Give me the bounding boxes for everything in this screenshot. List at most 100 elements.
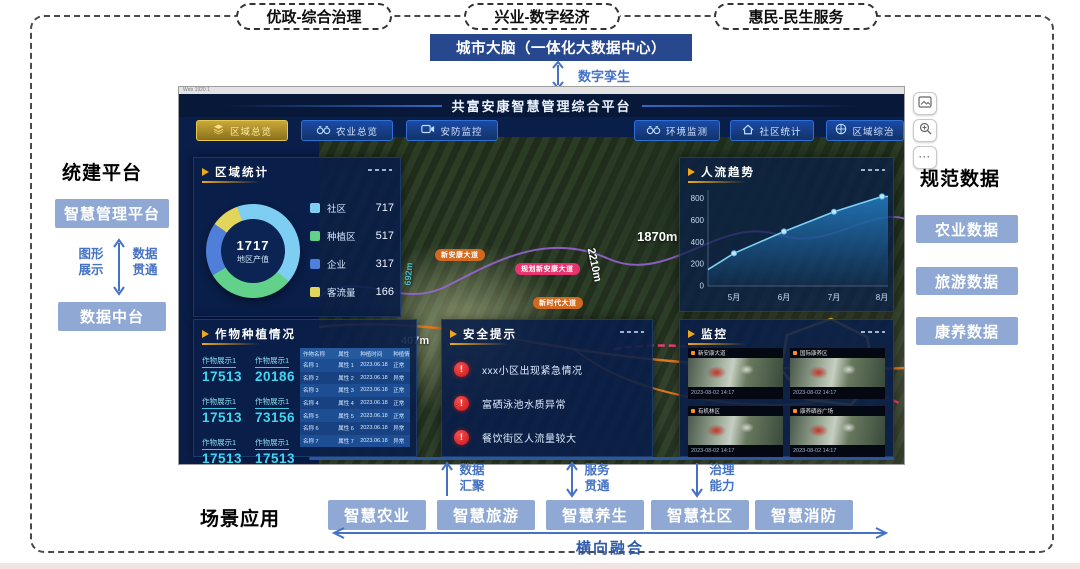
camera-rec-icon xyxy=(691,351,695,355)
table-row: 名称 7 属性 7 2023.06.18 异常 xyxy=(300,435,410,448)
image-tool-button[interactable] xyxy=(913,92,937,115)
camera-title-bar: 有机林区 xyxy=(688,406,783,416)
wellness-data-box: 康养数据 xyxy=(916,317,1018,345)
pill-livelihood: 惠民-民生服务 xyxy=(714,3,878,30)
horizontal-scrollbar[interactable] xyxy=(309,457,894,460)
camera-rec-icon xyxy=(793,351,797,355)
app-community-box: 智慧社区 xyxy=(651,500,749,530)
cell-name: 名称 3 xyxy=(300,386,335,394)
ellipsis-icon: ··· xyxy=(919,153,931,162)
camera-tile[interactable]: 国际康养区 2023-08-02 14:17 xyxy=(790,348,885,399)
agri-data-label: 农业数据 xyxy=(935,219,999,240)
legend-row: 种植区 517 xyxy=(310,222,394,250)
crop-stat-label: 作物展示1 xyxy=(255,396,289,409)
crop-stat-value: 20186 xyxy=(255,369,298,384)
tourism-data-label: 旅游数据 xyxy=(935,271,999,292)
alert-item[interactable]: ! 餐饮街区人流量较大 xyxy=(454,420,644,454)
nav-region-governance[interactable]: 区域综治 xyxy=(826,120,904,141)
cell-attr: 属性 6 xyxy=(335,424,357,432)
camera-image xyxy=(790,358,885,387)
crop-stat-value: 73156 xyxy=(255,410,298,425)
table-row: 名称 5 属性 5 2023.06.18 正常 xyxy=(300,409,410,422)
nav-community-stats[interactable]: 社区统计 xyxy=(730,120,814,141)
camera-tile[interactable]: 新安康大道 2023-08-02 14:17 xyxy=(688,348,783,399)
right-column-title: 规范数据 xyxy=(920,164,1000,191)
camera-name: 康养硒谷广场 xyxy=(800,407,833,415)
panel-flow-trend-title: 人流趋势 xyxy=(701,164,755,180)
alert-icon: ! xyxy=(454,362,469,377)
nav-agri-overview-label: 农业总览 xyxy=(336,124,378,138)
cell-status: 异常 xyxy=(390,374,410,382)
flow-trend-chart: 02004006008005月6月7月8月 xyxy=(682,182,894,312)
alert-list: ! xxx小区出现紧急情况 ! 富硒泳池水质异常 ! 餐饮街区人流量较大 xyxy=(454,352,644,454)
cell-status: 正常 xyxy=(390,386,410,394)
cell-date: 2023.06.18 xyxy=(357,400,390,406)
governance-label: 治理能力 xyxy=(707,462,737,495)
panel-alerts-title: 安全提示 xyxy=(463,326,517,342)
cell-name: 名称 6 xyxy=(300,424,335,432)
app-tourism-box: 智慧旅游 xyxy=(437,500,535,530)
camera-title-bar: 国际康养区 xyxy=(790,348,885,358)
crop-stat-label: 作物展示1 xyxy=(202,396,236,409)
binoculars-icon xyxy=(316,124,331,138)
cell-name: 名称 4 xyxy=(300,399,335,407)
nav-security-monitor-label: 安防监控 xyxy=(440,124,482,138)
nav-region-overview[interactable]: 区域总览 xyxy=(196,120,288,141)
cell-attr: 属性 2 xyxy=(335,374,357,382)
panel-crops-title: 作物种植情况 xyxy=(215,326,296,342)
crop-stat-value: 17513 xyxy=(202,410,245,425)
pill-livelihood-label: 惠民-民生服务 xyxy=(749,6,844,27)
cell-name: 名称 2 xyxy=(300,374,335,382)
nav-security-monitor[interactable]: 安防监控 xyxy=(406,120,498,141)
donut-total-value: 1717 xyxy=(237,238,270,253)
zoom-tool-button[interactable] xyxy=(913,119,937,142)
data-middle-platform-label: 数据中台 xyxy=(80,306,144,327)
camera-rec-icon xyxy=(691,409,695,413)
camera-image xyxy=(688,416,783,445)
camera-grid: 新安康大道 2023-08-02 14:17 国际康养区 2023-08-02 … xyxy=(688,348,885,457)
page-bottom-strip xyxy=(0,563,1080,569)
region-donut-chart: 1717 地区产值 xyxy=(206,204,300,298)
legend-name: 企业 xyxy=(327,257,369,271)
camera-rec-icon xyxy=(793,409,797,413)
svg-text:5月: 5月 xyxy=(728,293,740,302)
legend-swatch xyxy=(310,231,320,241)
legend-row: 社区 717 xyxy=(310,194,394,222)
legend-row: 客流量 166 xyxy=(310,278,394,306)
header-line-right xyxy=(642,105,859,107)
cell-name: 名称 1 xyxy=(300,361,335,369)
data-gather-arrow-icon xyxy=(440,461,454,498)
app-agriculture-label: 智慧农业 xyxy=(344,504,410,526)
camera-tile[interactable]: 康养硒谷广场 2023-08-02 14:17 xyxy=(790,406,885,457)
col-attr: 属性 xyxy=(335,350,357,358)
table-row: 名称 1 属性 1 2023.06.18 正常 xyxy=(300,359,410,372)
app-agriculture-box: 智慧农业 xyxy=(328,500,426,530)
elevation-label-1870: 1870m xyxy=(637,229,677,244)
nav-agri-overview[interactable]: 农业总览 xyxy=(301,120,393,141)
alert-item[interactable]: ! xxx小区出现紧急情况 xyxy=(454,352,644,386)
binoculars-icon xyxy=(646,124,661,138)
layers-icon xyxy=(212,123,225,138)
app-wellness-box: 智慧养生 xyxy=(546,500,644,530)
data-through-label: 数据贯通 xyxy=(130,246,160,279)
pill-economy: 兴业-数字经济 xyxy=(464,3,620,30)
panel-region-stats-title: 区域统计 xyxy=(215,164,269,180)
svg-text:0: 0 xyxy=(700,282,705,291)
nav-env-monitor[interactable]: 环境监测 xyxy=(634,120,720,141)
camera-tile[interactable]: 有机林区 2023-08-02 14:17 xyxy=(688,406,783,457)
crop-stat: 作物展示1 17513 xyxy=(202,350,245,384)
panel-deco-dashes xyxy=(368,169,392,171)
crop-table-body: 名称 1 属性 1 2023.06.18 正常 名称 2 属性 2 2023.0… xyxy=(300,359,410,447)
alert-text: xxx小区出现紧急情况 xyxy=(482,362,583,377)
smart-mgmt-platform-box: 智慧管理平台 xyxy=(55,199,169,228)
wellness-data-label: 康养数据 xyxy=(935,321,999,342)
legend-value: 717 xyxy=(376,202,394,214)
panel-crops-header: 作物种植情况 xyxy=(194,320,416,344)
alert-item[interactable]: ! 富硒泳池水质异常 xyxy=(454,386,644,420)
svg-text:800: 800 xyxy=(691,194,705,203)
panel-marker-icon xyxy=(202,168,209,176)
svg-text:600: 600 xyxy=(691,216,705,225)
crop-stat-value: 17513 xyxy=(202,369,245,384)
app-community-label: 智慧社区 xyxy=(667,504,733,526)
agri-data-box: 农业数据 xyxy=(916,215,1018,243)
